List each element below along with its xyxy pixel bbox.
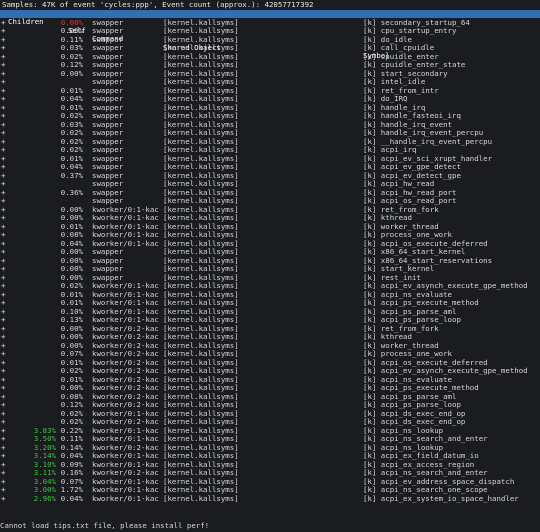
samples-summary: Samples: 47K of event 'cycles:ppp', Even… — [2, 0, 314, 9]
table-row[interactable]: +0.37% swapper [kernel.kallsyms] [k] acpi_e… — [0, 170, 540, 181]
table-row[interactable]: +0.36% swapper [kernel.kallsyms] [k] acpi_h… — [0, 187, 540, 198]
children-percent: 2.96% — [33, 493, 56, 503]
terminal-window: Samples: 47K of event 'cycles:ppp', Even… — [0, 0, 540, 532]
expand-marker[interactable]: + — [1, 494, 5, 504]
report-rows: +0.00% swapper [kernel.kallsyms] [k] second… — [0, 18, 540, 504]
self-percent: 0.36% — [60, 187, 83, 197]
self-percent: 0.04% — [60, 493, 83, 503]
symbol-cell: [k] acpi_ex_system_io_space_handler — [363, 493, 519, 503]
command-cell: kworker/0:1-kac — [92, 493, 159, 503]
shared-object-cell: [kernel.kallsyms] — [163, 493, 239, 503]
self-percent: 0.00% — [60, 68, 83, 78]
table-row[interactable]: +0.00% swapper [kernel.kallsyms] [k] start_… — [0, 68, 540, 79]
table-row[interactable]: +2.96% 0.04% kworker/0:1-kac [kernel.kallsy… — [0, 493, 540, 504]
status-message: Cannot load tips.txt file, please instal… — [0, 521, 210, 530]
self-percent: 0.37% — [60, 170, 83, 180]
